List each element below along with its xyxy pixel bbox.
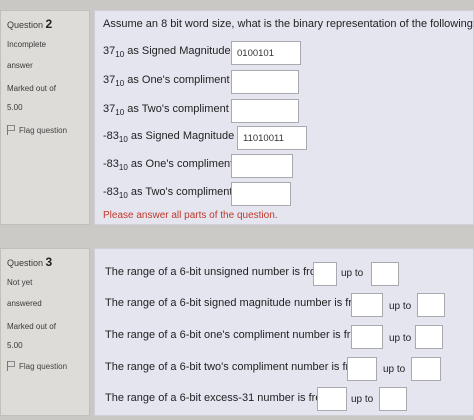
question-3-title: Question 3: [7, 255, 83, 269]
question-label: Question: [7, 20, 44, 30]
status-line-2: answered: [7, 299, 42, 308]
question-divider: [0, 228, 474, 250]
range-to-twos-compliment[interactable]: [411, 357, 441, 381]
range-label-twos-compliment: The range of a 6-bit two's compliment nu…: [105, 361, 365, 373]
flag-icon: [7, 125, 15, 135]
range-from-unsigned[interactable]: [313, 262, 337, 286]
question-2-status: Incomplete answer: [7, 39, 83, 71]
row-label-37-twos-compliment: 3710 as Two's compliment: [103, 103, 229, 118]
range-label-excess-31: The range of a 6-bit excess-31 number is…: [105, 392, 331, 404]
question-3-info: Question 3 Not yet answered Marked out o…: [0, 248, 90, 416]
up-to-label: up to: [383, 364, 406, 375]
answer-37-ones-compliment[interactable]: [231, 70, 299, 94]
flag-question-button[interactable]: Flag question: [7, 361, 83, 371]
range-to-excess-31[interactable]: [379, 387, 407, 411]
range-label-ones-compliment: The range of a 6-bit one's compliment nu…: [105, 329, 366, 341]
range-from-signed-magnitude[interactable]: [351, 293, 383, 317]
up-to-label: up to: [351, 394, 374, 405]
answer-37-twos-compliment[interactable]: [231, 99, 299, 123]
flag-question-button[interactable]: Flag question: [7, 125, 83, 135]
range-from-twos-compliment[interactable]: [347, 357, 377, 381]
marks-value: 5.00: [7, 341, 23, 350]
up-to-label: up to: [389, 333, 412, 344]
status-line-1: Not yet: [7, 278, 33, 287]
row-label-neg83-signed-magnitude: -8310 as Signed Magnitude: [103, 130, 235, 145]
up-to-label: up to: [389, 301, 412, 312]
row-label-neg83-twos-compliment: -8310 as Two's compliment: [103, 186, 233, 201]
row-label-neg83-ones-compliment: -8310 as One's compliment: [103, 158, 234, 173]
question-label: Question: [7, 258, 44, 268]
answer-neg83-signed-magnitude[interactable]: 11010011: [237, 126, 307, 150]
question-3: Question 3 Not yet answered Marked out o…: [0, 248, 474, 420]
row-label-37-signed-magnitude: 3710 as Signed Magnitude: [103, 45, 231, 60]
question-2: Question 2 Incomplete answer Marked out …: [0, 10, 474, 235]
question-2-title: Question 2: [7, 17, 83, 31]
question-2-marks: Marked out of 5.00: [7, 83, 83, 113]
status-line-1: Incomplete: [7, 40, 47, 49]
flag-question-label: Flag question: [19, 125, 68, 135]
validation-error: Please answer all parts of the question.: [103, 210, 278, 221]
status-line-2: answer: [7, 61, 33, 70]
flag-question-label: Flag question: [19, 361, 68, 371]
answer-neg83-ones-compliment[interactable]: [231, 154, 293, 178]
range-to-unsigned[interactable]: [371, 262, 399, 286]
row-label-37-ones-compliment: 3710 as One's compliment: [103, 74, 230, 89]
question-2-prompt: Assume an 8 bit word size, what is the b…: [103, 18, 474, 30]
range-from-excess-31[interactable]: [317, 387, 347, 411]
range-to-signed-magnitude[interactable]: [417, 293, 445, 317]
marks-value: 5.00: [7, 103, 23, 112]
question-number: 3: [45, 255, 53, 269]
up-to-label: up to: [341, 268, 364, 279]
question-3-status: Not yet answered: [7, 277, 83, 309]
range-to-ones-compliment[interactable]: [415, 325, 443, 349]
marked-out-of-label: Marked out of: [7, 322, 56, 331]
range-from-ones-compliment[interactable]: [351, 325, 383, 349]
question-3-content: The range of a 6-bit unsigned number is …: [94, 248, 474, 416]
flag-icon: [7, 361, 15, 371]
range-label-signed-magnitude: The range of a 6-bit signed magnitude nu…: [105, 297, 368, 309]
question-2-content: Assume an 8 bit word size, what is the b…: [94, 10, 474, 225]
answer-37-signed-magnitude[interactable]: 0100101: [231, 41, 301, 65]
answer-neg83-twos-compliment[interactable]: [231, 182, 291, 206]
question-number: 2: [45, 17, 53, 31]
question-3-marks: Marked out of 5.00: [7, 321, 83, 351]
question-2-info: Question 2 Incomplete answer Marked out …: [0, 10, 90, 225]
range-label-unsigned: The range of a 6-bit unsigned number is …: [105, 266, 326, 278]
marked-out-of-label: Marked out of: [7, 84, 56, 93]
